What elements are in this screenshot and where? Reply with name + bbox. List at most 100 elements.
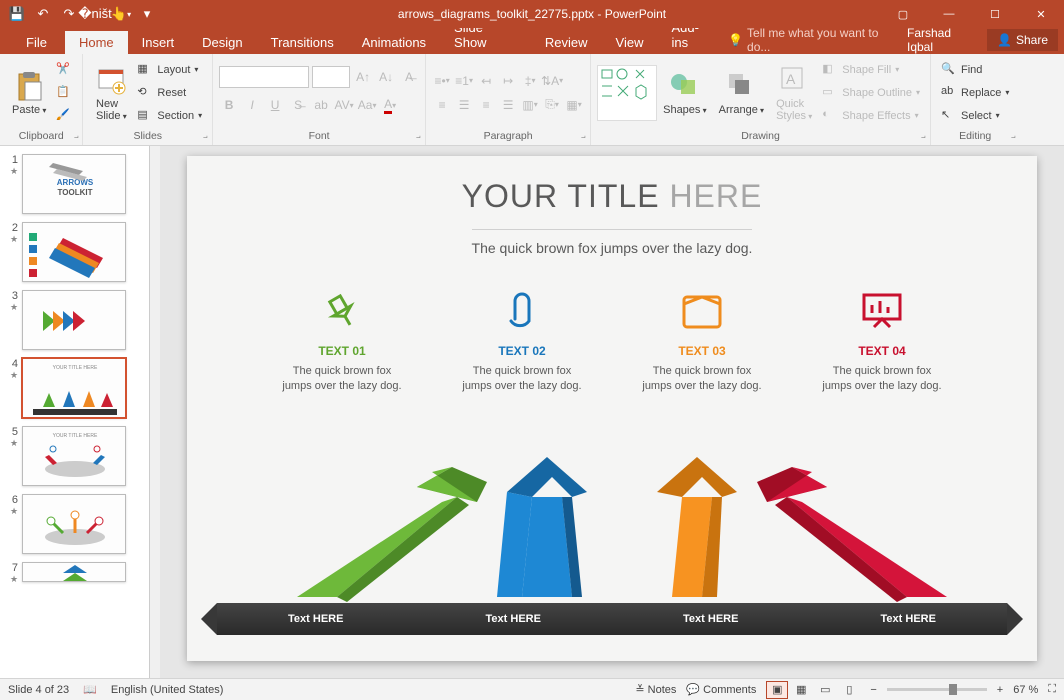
clear-formatting-button[interactable]: A̶ — [399, 67, 419, 87]
spellcheck-icon[interactable]: 📖 — [83, 683, 97, 696]
user-name[interactable]: Farshad Iqbal — [907, 26, 977, 54]
slide-thumbnails-panel[interactable]: 1★ ARROWSTOOLKIT 2★ 3★ 4★ YOUR TITLE HER… — [0, 146, 150, 678]
bold-button[interactable]: B — [219, 95, 239, 115]
align-center-button[interactable]: ☰ — [454, 95, 474, 115]
col-2[interactable]: TEXT 02 The quick brown fox jumps over t… — [462, 288, 582, 395]
text-direction-button[interactable]: ⇅A — [542, 71, 562, 91]
zoom-level[interactable]: 67 % — [1013, 684, 1038, 696]
layout-button[interactable]: ▦Layout — [137, 60, 202, 80]
close-icon[interactable]: ✕ — [1018, 0, 1064, 28]
normal-view-button[interactable]: ▣ — [766, 681, 788, 699]
fit-to-window-button[interactable]: ⛶ — [1048, 683, 1056, 696]
grow-font-button[interactable]: A↑ — [353, 67, 373, 87]
quick-styles-button[interactable]: AQuick Styles — [770, 62, 818, 124]
sorter-view-button[interactable]: ▦ — [790, 681, 812, 699]
align-right-button[interactable]: ≡ — [476, 95, 496, 115]
shape-fill-button[interactable]: ◧Shape Fill — [822, 60, 920, 80]
replace-button[interactable]: abReplace — [941, 83, 1009, 103]
reading-view-button[interactable]: ▭ — [814, 681, 836, 699]
columns-button[interactable]: ▥ — [520, 95, 540, 115]
tab-home[interactable]: Home — [65, 31, 128, 54]
zoom-in-button[interactable]: + — [997, 684, 1003, 696]
slide-4[interactable]: YOUR TITLE HERE The quick brown fox jump… — [187, 156, 1037, 661]
format-painter-button[interactable]: 🖌️ — [56, 106, 72, 126]
arrow-orange[interactable] — [627, 447, 767, 607]
shape-effects-button[interactable]: ◐Shape Effects — [822, 106, 920, 126]
arrow-red[interactable] — [747, 447, 987, 607]
thumbnail-1[interactable]: ARROWSTOOLKIT — [22, 154, 126, 214]
select-button[interactable]: ↖Select — [941, 106, 1009, 126]
thumbnail-4[interactable]: YOUR TITLE HERE — [22, 358, 126, 418]
decrease-indent-button[interactable]: ↤ — [476, 71, 496, 91]
arrow-blue[interactable] — [477, 447, 617, 607]
cut-button[interactable]: ✂️ — [56, 60, 72, 80]
shape-outline-button[interactable]: ▭Shape Outline — [822, 83, 920, 103]
change-case-button[interactable]: Aa — [357, 95, 377, 115]
slideshow-view-button[interactable]: ▯ — [838, 681, 860, 699]
bottom-bar[interactable]: Text HERE Text HERE Text HERE Text HERE — [217, 603, 1007, 635]
ribbon-options-icon[interactable]: ▢ — [880, 0, 926, 28]
font-color-button[interactable]: A — [380, 95, 400, 115]
font-size-dropdown[interactable] — [312, 66, 350, 88]
thumbnails-scrollbar[interactable] — [150, 146, 160, 678]
italic-button[interactable]: I — [242, 95, 262, 115]
char-spacing-button[interactable]: AV — [334, 95, 354, 115]
thumbnail-6[interactable] — [22, 494, 126, 554]
strikethrough-button[interactable]: S̶ — [288, 95, 308, 115]
line-spacing-button[interactable]: ‡ — [520, 71, 540, 91]
maximize-icon[interactable]: ☐ — [972, 0, 1018, 28]
reset-button[interactable]: ⟲Reset — [137, 83, 202, 103]
col-1[interactable]: TEXT 01 The quick brown fox jumps over t… — [282, 288, 402, 395]
tab-file[interactable]: File — [8, 31, 65, 54]
minimize-icon[interactable]: — — [926, 0, 972, 28]
col-3[interactable]: TEXT 03 The quick brown fox jumps over t… — [642, 288, 762, 395]
shrink-font-button[interactable]: A↓ — [376, 67, 396, 87]
touch-mode-icon[interactable]: 👆 — [112, 5, 130, 23]
undo-icon[interactable]: ↶ — [34, 5, 52, 23]
shadow-button[interactable]: ab — [311, 95, 331, 115]
shapes-button[interactable]: Shapes — [657, 68, 713, 118]
new-slide-button[interactable]: New Slide — [89, 62, 133, 124]
copy-button[interactable]: 📋 — [56, 83, 72, 103]
tell-me-search[interactable]: 💡 Tell me what you want to do... — [728, 26, 897, 54]
slide-subtitle[interactable]: The quick brown fox jumps over the lazy … — [472, 229, 753, 256]
align-left-button[interactable]: ≡ — [432, 95, 452, 115]
thumbnail-2[interactable] — [22, 222, 126, 282]
notes-button[interactable]: ≚ Notes — [635, 683, 676, 696]
tab-review[interactable]: Review — [531, 31, 602, 54]
language-indicator[interactable]: English (United States) — [111, 684, 224, 696]
tab-insert[interactable]: Insert — [128, 31, 189, 54]
thumbnail-5[interactable]: YOUR TITLE HERE — [22, 426, 126, 486]
zoom-out-button[interactable]: − — [870, 684, 876, 696]
share-button[interactable]: 👤Share — [987, 29, 1058, 51]
tab-design[interactable]: Design — [188, 31, 256, 54]
tab-view[interactable]: View — [602, 31, 658, 54]
tab-animations[interactable]: Animations — [348, 31, 440, 54]
increase-indent-button[interactable]: ↦ — [498, 71, 518, 91]
font-family-dropdown[interactable] — [219, 66, 309, 88]
shapes-gallery[interactable] — [597, 65, 657, 121]
zoom-slider[interactable] — [887, 688, 987, 691]
thumbnail-3[interactable] — [22, 290, 126, 350]
slide-title[interactable]: YOUR TITLE HERE — [187, 156, 1037, 215]
align-text-button[interactable]: ⎘ — [542, 95, 562, 115]
justify-button[interactable]: ☰ — [498, 95, 518, 115]
arrow-green[interactable] — [257, 447, 497, 607]
thumbnail-7[interactable] — [22, 562, 126, 582]
slide-indicator[interactable]: Slide 4 of 23 — [8, 684, 69, 696]
find-button[interactable]: 🔍Find — [941, 60, 1009, 80]
qat-customize-icon[interactable]: ▾ — [138, 5, 156, 23]
tab-transitions[interactable]: Transitions — [257, 31, 348, 54]
col-4[interactable]: TEXT 04 The quick brown fox jumps over t… — [822, 288, 942, 395]
slide-canvas-area[interactable]: YOUR TITLE HERE The quick brown fox jump… — [160, 146, 1064, 678]
smartart-button[interactable]: ▦ — [564, 95, 584, 115]
underline-button[interactable]: U — [265, 95, 285, 115]
section-button[interactable]: ▤Section — [137, 106, 202, 126]
redo-icon[interactable]: ↷ — [60, 5, 78, 23]
numbering-button[interactable]: ≡1 — [454, 71, 474, 91]
save-icon[interactable]: 💾 — [8, 5, 26, 23]
paste-button[interactable]: Paste — [6, 68, 52, 118]
bullets-button[interactable]: ≡• — [432, 71, 452, 91]
comments-button[interactable]: 💬 Comments — [686, 683, 756, 696]
arrange-button[interactable]: Arrange — [713, 68, 770, 118]
